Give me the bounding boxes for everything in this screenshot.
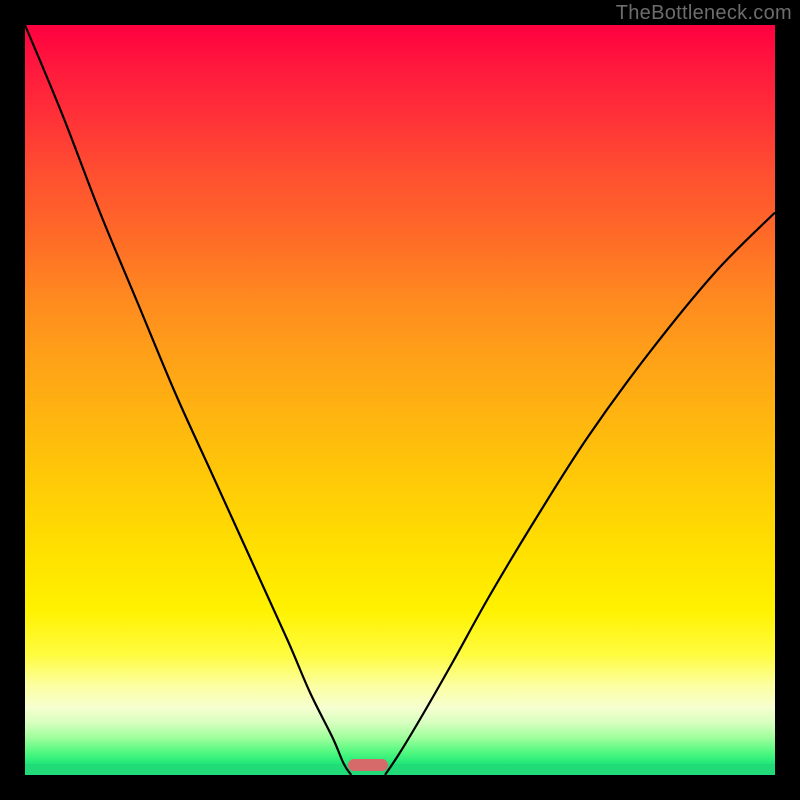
sweet-spot-marker	[348, 759, 388, 771]
plot-area	[25, 25, 775, 775]
baseline-band	[25, 764, 775, 775]
watermark-text: TheBottleneck.com	[616, 2, 792, 25]
